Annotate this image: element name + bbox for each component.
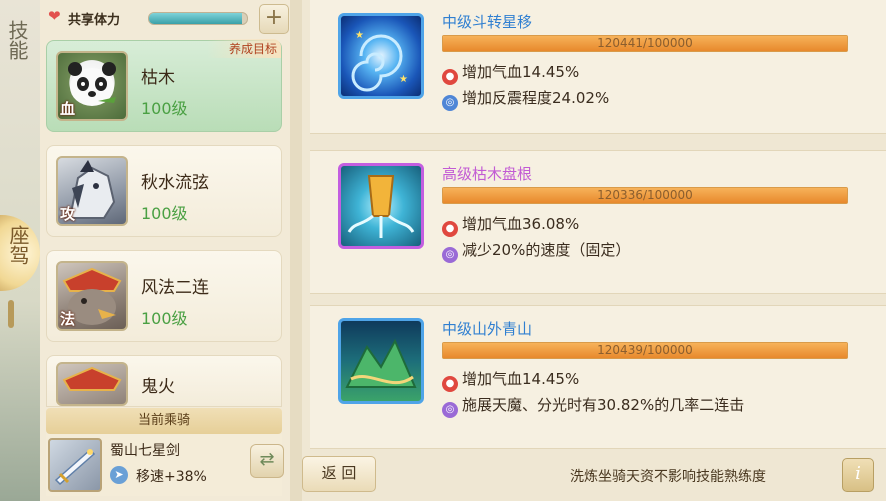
- skill-effect-text: 增加气血14.45%: [462, 63, 580, 81]
- switch-mount-button[interactable]: ⇄: [250, 444, 284, 478]
- skill-card-name: 风法二连: [141, 278, 209, 298]
- skill-entry: ★ ★ 中级斗转星移 120441/100000 ● 增加气血14.45% ◎ 增加…: [310, 0, 886, 134]
- horse-portrait: 攻: [56, 156, 128, 226]
- skill-progress-text: 120441/100000: [597, 36, 693, 50]
- swirl-icon: ◎: [442, 402, 458, 418]
- side-tab-mount[interactable]: 座驾: [0, 215, 40, 291]
- svg-text:★: ★: [399, 74, 408, 85]
- svg-text:★: ★: [355, 30, 364, 41]
- footer-note: 洗炼坐骑天资不影响技能熟练度: [570, 469, 766, 485]
- swirl-icon: ◎: [442, 247, 458, 263]
- cultivation-goal-badge[interactable]: 养成目标: [206, 39, 281, 58]
- hp-icon: ●: [442, 376, 458, 392]
- side-tab-skill[interactable]: 技能: [0, 20, 34, 66]
- vortex-icon: ★ ★: [351, 30, 408, 92]
- skill-effect-text: 增加反震程度24.02%: [462, 89, 610, 107]
- tassel-decoration: [8, 300, 14, 328]
- add-stamina-button[interactable]: +: [259, 4, 289, 34]
- mount-skill-list-panel: ❤ 共享体力 + 血 养成目标 枯木 100级 攻 秋水流弦 100级 法 风法…: [40, 0, 290, 501]
- skill-card-level: 100级: [141, 99, 188, 118]
- panda-portrait: 血: [56, 51, 128, 121]
- skill-progress-bar: 120336/100000: [442, 187, 848, 204]
- tree-root-icon: [347, 175, 415, 238]
- skill-card-name: 枯木: [141, 68, 175, 88]
- skill-title: 中级斗转星移: [442, 13, 533, 31]
- current-mount-speed: 移速+38%: [136, 469, 207, 485]
- skill-effect: ◎ 减少20%的速度（固定）: [442, 239, 630, 263]
- skill-title: 中级山外青山: [442, 320, 533, 338]
- speed-icon: ➤: [110, 466, 128, 484]
- beast-portrait: 法: [56, 261, 128, 331]
- stamina-fill: [149, 13, 243, 24]
- current-mount-header: 当前乘骑: [46, 408, 282, 434]
- skill-card-kumu[interactable]: 血 养成目标 枯木 100级: [46, 39, 282, 132]
- skill-effect-text: 减少20%的速度（固定）: [462, 241, 631, 259]
- skill-card-level: 100级: [141, 204, 188, 223]
- skill-card-name: 秋水流弦: [141, 173, 209, 193]
- info-button[interactable]: i: [842, 458, 874, 492]
- skill-card-name: 鬼火: [141, 377, 175, 397]
- portrait-tag: 攻: [60, 205, 76, 223]
- portrait-tag: 法: [60, 310, 76, 328]
- withered-root-icon[interactable]: [338, 163, 424, 249]
- skill-card-level: 100级: [141, 309, 188, 328]
- skill-progress-bar: 120441/100000: [442, 35, 848, 52]
- armored-beast-icon: [62, 366, 122, 391]
- sword-mount-thumbnail[interactable]: [48, 438, 102, 492]
- skill-effect: ● 增加气血14.45%: [442, 368, 579, 392]
- mountain-icon[interactable]: [338, 318, 424, 404]
- spiral-icon: ◎: [442, 95, 458, 111]
- panel-divider: [290, 0, 302, 501]
- current-mount: 蜀山七星剑 ➤ 移速+38% ⇄: [46, 434, 284, 496]
- skill-effect: ● 增加气血14.45%: [442, 61, 579, 85]
- side-tab-strip: 技能 座驾: [0, 0, 40, 501]
- hp-icon: ●: [442, 69, 458, 85]
- skill-effect-text: 增加气血36.08%: [462, 215, 580, 233]
- skill-title: 高级枯木盘根: [442, 165, 533, 183]
- skill-effect: ● 增加气血36.08%: [442, 213, 579, 237]
- skill-progress-text: 120336/100000: [597, 188, 693, 202]
- star-vortex-icon[interactable]: ★ ★: [338, 13, 424, 99]
- skill-detail-panel: ★ ★ 中级斗转星移 120441/100000 ● 增加气血14.45% ◎ 增加…: [302, 0, 886, 501]
- skill-progress-bar: 120439/100000: [442, 342, 848, 359]
- skill-entry: 高级枯木盘根 120336/100000 ● 增加气血36.08% ◎ 减少20%的…: [310, 150, 886, 294]
- skill-card-fengfa[interactable]: 法 风法二连 100级: [46, 250, 282, 342]
- stamina-label: 共享体力: [68, 13, 121, 28]
- skill-card-guihuo[interactable]: 鬼火: [46, 355, 282, 407]
- hp-icon: ●: [442, 221, 458, 237]
- side-tab-mount-label: 座驾: [6, 225, 30, 265]
- flying-sword-icon: [54, 448, 96, 486]
- back-button[interactable]: 返 回: [302, 456, 376, 492]
- skill-effect: ◎ 增加反震程度24.02%: [442, 87, 609, 111]
- heart-icon: ❤: [48, 7, 61, 25]
- portrait-tag: 血: [60, 100, 76, 118]
- skill-effect-text: 增加气血14.45%: [462, 370, 580, 388]
- green-mountain-icon: [345, 338, 417, 388]
- skill-card-qiushui[interactable]: 攻 秋水流弦 100级: [46, 145, 282, 237]
- skill-effect-text: 施展天魔、分光时有30.82%的几率二连击: [462, 396, 745, 414]
- side-tab-skill-label: 技能: [5, 20, 29, 60]
- stamina-bar: [148, 12, 248, 25]
- skill-entry: 中级山外青山 120439/100000 ● 增加气血14.45% ◎ 施展天魔、分…: [310, 305, 886, 449]
- beast-portrait: [56, 362, 128, 406]
- skill-effect: ◎ 施展天魔、分光时有30.82%的几率二连击: [442, 394, 744, 418]
- shared-stamina: ❤ 共享体力 +: [48, 4, 289, 34]
- current-mount-name: 蜀山七星剑: [110, 443, 180, 459]
- skill-progress-text: 120439/100000: [597, 343, 693, 357]
